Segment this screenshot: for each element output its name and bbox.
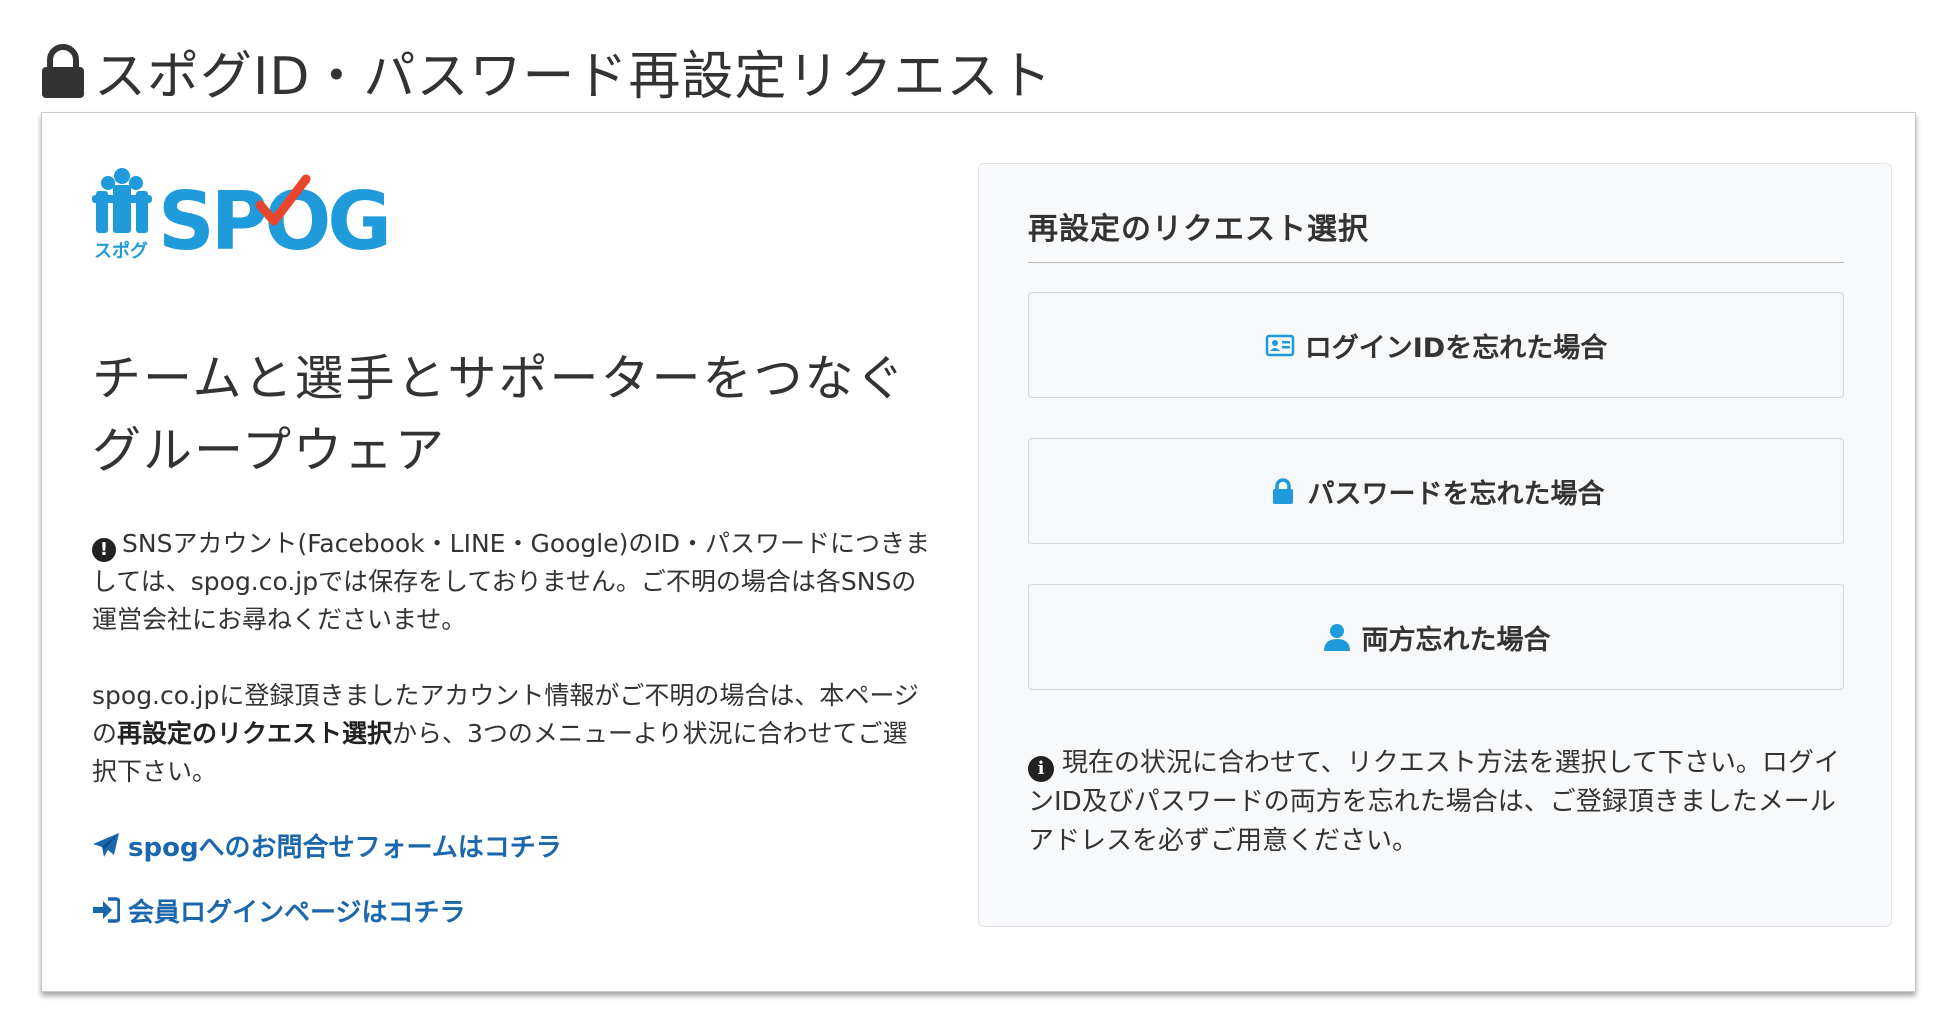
request-panel-title: 再設定のリクエスト選択 xyxy=(1028,204,1844,263)
id-card-icon xyxy=(1265,334,1295,357)
contact-form-link-label: spogへのお問合せフォームはコチラ xyxy=(128,832,562,863)
page-title-text: スポグID・パスワード再設定リクエスト xyxy=(94,47,1053,108)
tagline-line-2: グループウェア xyxy=(92,422,447,479)
reset-card: スポグ SPOG チームと選手とサポーターをつなぐ グループウェア ! SNSアカ… xyxy=(41,112,1916,992)
forgot-both-button[interactable]: 両方忘れた場合 xyxy=(1028,584,1844,690)
sns-notice-text: SNSアカウント(Facebook・LINE・Google)のID・パスワードに… xyxy=(92,529,930,634)
contact-form-link[interactable]: spogへのお問合せフォームはコチラ xyxy=(92,825,562,865)
spog-logo: スポグ SPOG xyxy=(92,168,392,261)
sign-in-icon xyxy=(93,897,120,923)
info-circle-icon: i xyxy=(1028,756,1054,782)
link-list: spogへのお問合せフォームはコチラ 会員ログインページはコチラ xyxy=(92,825,562,955)
info-text: ! SNSアカウント(Facebook・LINE・Google)のID・パスワード… xyxy=(92,525,932,829)
lock-icon xyxy=(42,43,84,98)
request-note-text: 現在の状況に合わせて、リクエスト方法を選択して下さい。ログインID及びパスワード… xyxy=(1028,748,1840,856)
page-title: スポグID・パスワード再設定リクエスト xyxy=(40,35,1052,109)
forgot-both-label: 両方忘れた場合 xyxy=(1361,624,1551,656)
user-icon xyxy=(1323,624,1350,651)
sns-notice: ! SNSアカウント(Facebook・LINE・Google)のID・パスワード… xyxy=(92,525,932,639)
tagline-line-1: チームと選手とサポーターをつなぐ xyxy=(92,350,907,407)
help-text: spog.co.jpに登録頂きましたアカウント情報がご不明の場合は、本ページの再… xyxy=(92,677,932,791)
help-text-bold: 再設定のリクエスト選択 xyxy=(117,719,393,748)
exclamation-circle-icon: ! xyxy=(92,538,116,562)
request-panel: 再設定のリクエスト選択 ログインIDを忘れた場合 パスワードを忘れた場合 両方忘… xyxy=(978,163,1892,927)
forgot-login-id-label: ログインIDを忘れた場合 xyxy=(1304,332,1608,364)
request-note: i 現在の状況に合わせて、リクエスト方法を選択して下さい。ログインID及びパスワー… xyxy=(1028,744,1858,861)
forgot-login-id-button[interactable]: ログインIDを忘れた場合 xyxy=(1028,292,1844,398)
member-login-link[interactable]: 会員ログインページはコチラ xyxy=(92,890,562,930)
paper-plane-icon xyxy=(93,833,119,857)
forgot-password-button[interactable]: パスワードを忘れた場合 xyxy=(1028,438,1844,544)
svg-text:スポグ: スポグ xyxy=(94,240,148,261)
member-login-link-label: 会員ログインページはコチラ xyxy=(128,897,466,928)
tagline: チームと選手とサポーターをつなぐ グループウェア xyxy=(92,343,912,487)
lock-icon xyxy=(1272,478,1293,504)
forgot-password-label: パスワードを忘れた場合 xyxy=(1307,478,1605,510)
